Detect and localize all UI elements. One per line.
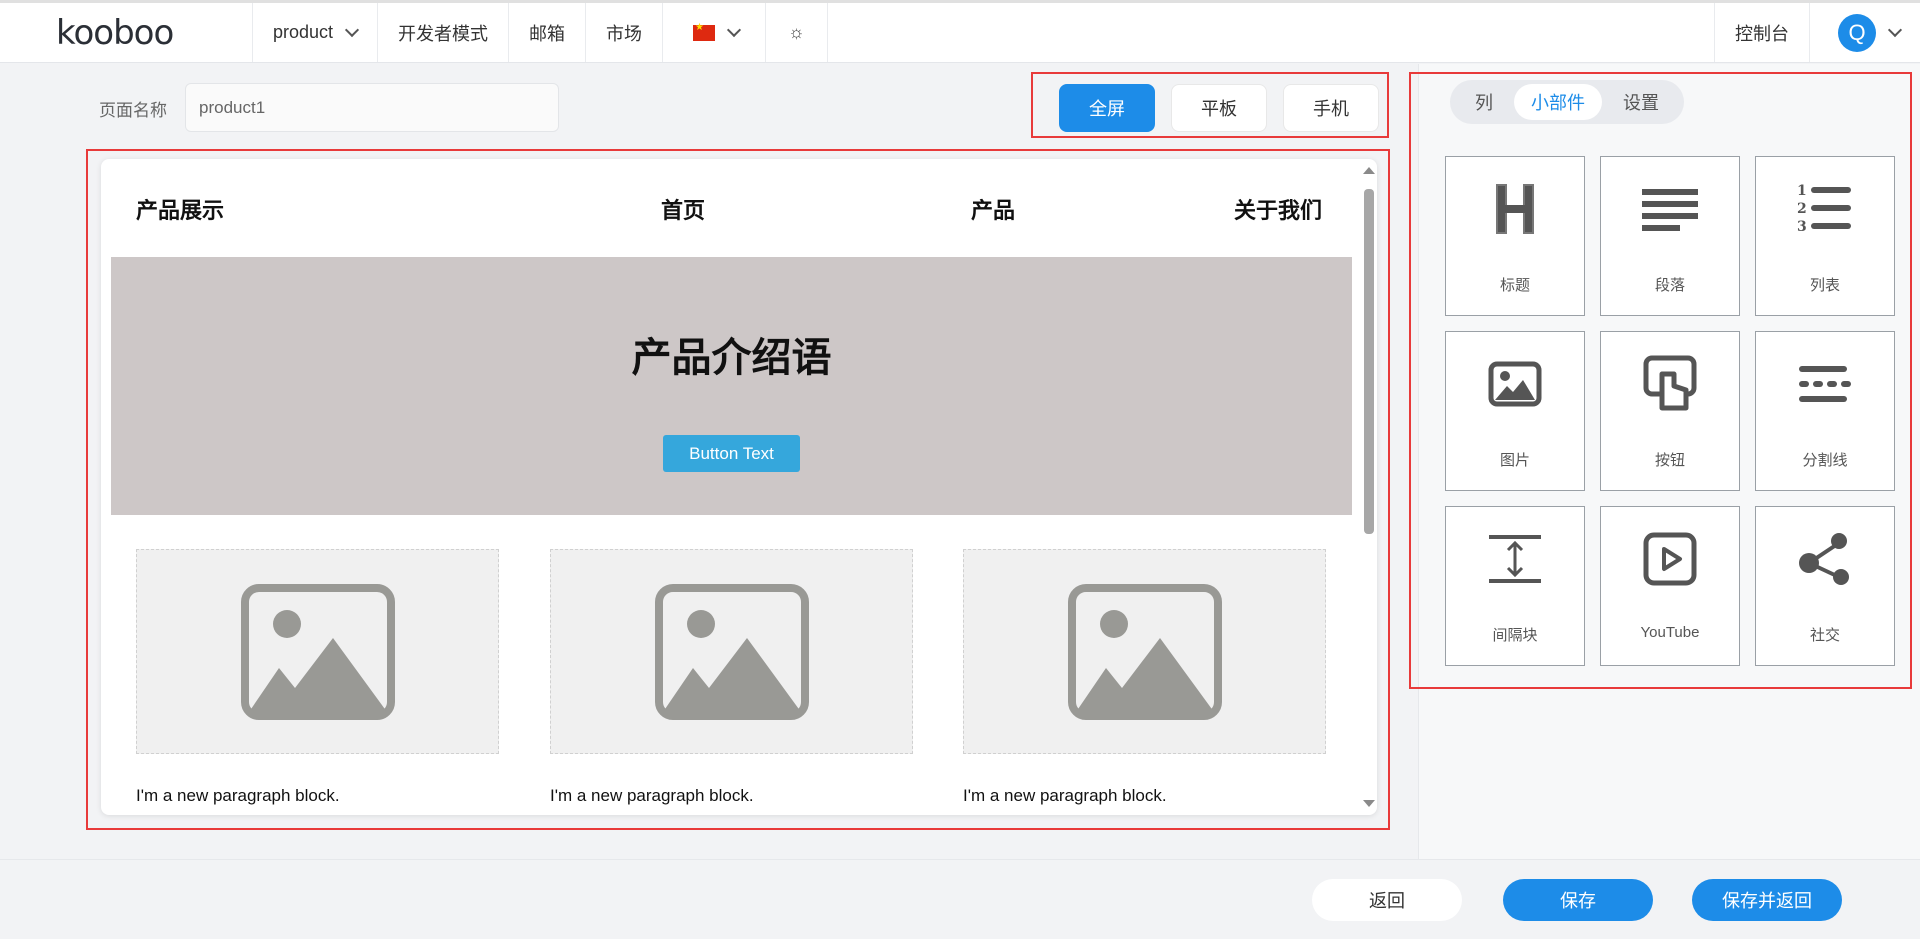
youtube-icon xyxy=(1643,532,1697,586)
theme-toggle[interactable]: ☼ xyxy=(766,3,828,62)
fullscreen-button[interactable]: 全屏 xyxy=(1059,84,1155,132)
save-button[interactable]: 保存 xyxy=(1503,879,1653,921)
preview-nav-home[interactable]: 首页 xyxy=(661,193,705,225)
preview-nav-products[interactable]: 产品 xyxy=(971,193,1015,225)
user-menu[interactable]: Q xyxy=(1809,3,1920,62)
chevron-down-icon xyxy=(344,22,360,38)
save-and-back-button[interactable]: 保存并返回 xyxy=(1692,879,1842,921)
image-placeholder-icon xyxy=(240,583,395,720)
widget-label: 按钮 xyxy=(1654,452,1685,469)
site-label: product xyxy=(273,22,334,42)
spacer-icon xyxy=(1489,535,1541,583)
image-placeholder-icon xyxy=(1067,583,1222,720)
scroll-down-arrow[interactable] xyxy=(1363,800,1375,807)
widget-spacer[interactable]: 间隔块 xyxy=(1445,506,1585,666)
divider-icon xyxy=(1799,366,1851,402)
preview-brand[interactable]: 产品展示 xyxy=(136,193,224,225)
avatar: Q xyxy=(1838,13,1876,52)
widget-heading[interactable]: 标题 xyxy=(1445,156,1585,316)
widget-label: 列表 xyxy=(1809,277,1840,294)
widget-list[interactable]: 1 2 3 列表 xyxy=(1755,156,1895,316)
svg-text:2: 2 xyxy=(1797,201,1807,217)
svg-text:3: 3 xyxy=(1797,219,1807,235)
widget-label: 标题 xyxy=(1499,277,1530,294)
widget-youtube[interactable]: YouTube xyxy=(1600,506,1740,666)
widget-divider[interactable]: 分割线 xyxy=(1755,331,1895,491)
widget-social[interactable]: 社交 xyxy=(1755,506,1895,666)
mobile-button[interactable]: 手机 xyxy=(1283,84,1379,132)
paragraph-block[interactable]: I'm a new paragraph block. xyxy=(550,786,754,806)
list-icon: 1 2 3 xyxy=(1797,183,1851,235)
paragraph-icon xyxy=(1642,189,1698,231)
image-placeholder[interactable] xyxy=(963,549,1326,754)
image-placeholder[interactable] xyxy=(550,549,913,754)
hero-button[interactable]: Button Text xyxy=(663,435,800,472)
svg-text:1: 1 xyxy=(1797,183,1807,199)
china-flag-icon xyxy=(693,22,716,41)
paragraph-block[interactable]: I'm a new paragraph block. xyxy=(963,786,1167,806)
nav-mail[interactable]: 邮箱 xyxy=(509,3,587,62)
tablet-button[interactable]: 平板 xyxy=(1171,84,1267,132)
widget-label: 间隔块 xyxy=(1492,627,1538,644)
nav-console[interactable]: 控制台 xyxy=(1714,3,1809,62)
nav-dev-mode[interactable]: 开发者模式 xyxy=(378,3,510,62)
hero-title[interactable]: 产品介绍语 xyxy=(111,325,1352,383)
back-button[interactable]: 返回 xyxy=(1312,879,1462,921)
language-selector[interactable] xyxy=(663,3,767,62)
widget-button[interactable]: 按钮 xyxy=(1600,331,1740,491)
panel-tabs: 列 小部件 设置 xyxy=(1450,80,1684,124)
social-icon xyxy=(1799,533,1849,585)
page-name-input[interactable] xyxy=(185,83,559,132)
widget-label: 分割线 xyxy=(1802,452,1848,469)
nav-market[interactable]: 市场 xyxy=(586,3,664,62)
button-icon xyxy=(1643,355,1697,411)
scroll-up-arrow[interactable] xyxy=(1363,167,1375,174)
top-navbar: kooboo product 开发者模式 邮箱 市场 ☼ 控制台 Q xyxy=(0,0,1920,63)
widget-label: 社交 xyxy=(1809,627,1840,644)
chevron-down-icon xyxy=(1887,22,1903,38)
site-selector[interactable]: product xyxy=(253,3,379,62)
paragraph-block[interactable]: I'm a new paragraph block. xyxy=(136,786,340,806)
preview-nav-about[interactable]: 关于我们 xyxy=(1234,193,1322,225)
page-name-label: 页面名称 xyxy=(99,101,167,120)
kooboo-logo[interactable]: kooboo xyxy=(0,3,253,62)
tab-widgets[interactable]: 小部件 xyxy=(1514,84,1602,120)
page-canvas[interactable]: 产品展示 首页 产品 关于我们 产品介绍语 Button Text I'm a … xyxy=(101,159,1377,815)
widget-label: 段落 xyxy=(1654,277,1685,294)
image-placeholder[interactable] xyxy=(136,549,499,754)
heading-icon xyxy=(1496,184,1534,234)
scrollbar-thumb[interactable] xyxy=(1364,189,1374,534)
widget-label: 图片 xyxy=(1499,452,1530,469)
preview-hero[interactable]: 产品介绍语 Button Text xyxy=(111,257,1352,515)
tab-settings[interactable]: 设置 xyxy=(1604,84,1678,120)
footer-bar: 返回 保存 保存并返回 xyxy=(0,859,1920,939)
tab-columns[interactable]: 列 xyxy=(1456,84,1512,120)
widget-label: YouTube xyxy=(1640,624,1700,641)
image-placeholder-icon xyxy=(654,583,809,720)
image-icon xyxy=(1488,361,1542,407)
device-switcher: 全屏 平板 手机 xyxy=(1031,72,1389,138)
widget-image[interactable]: 图片 xyxy=(1445,331,1585,491)
sun-icon: ☼ xyxy=(788,22,805,42)
chevron-down-icon xyxy=(726,22,742,38)
page-canvas-frame: 产品展示 首页 产品 关于我们 产品介绍语 Button Text I'm a … xyxy=(86,149,1390,830)
widget-paragraph[interactable]: 段落 xyxy=(1600,156,1740,316)
